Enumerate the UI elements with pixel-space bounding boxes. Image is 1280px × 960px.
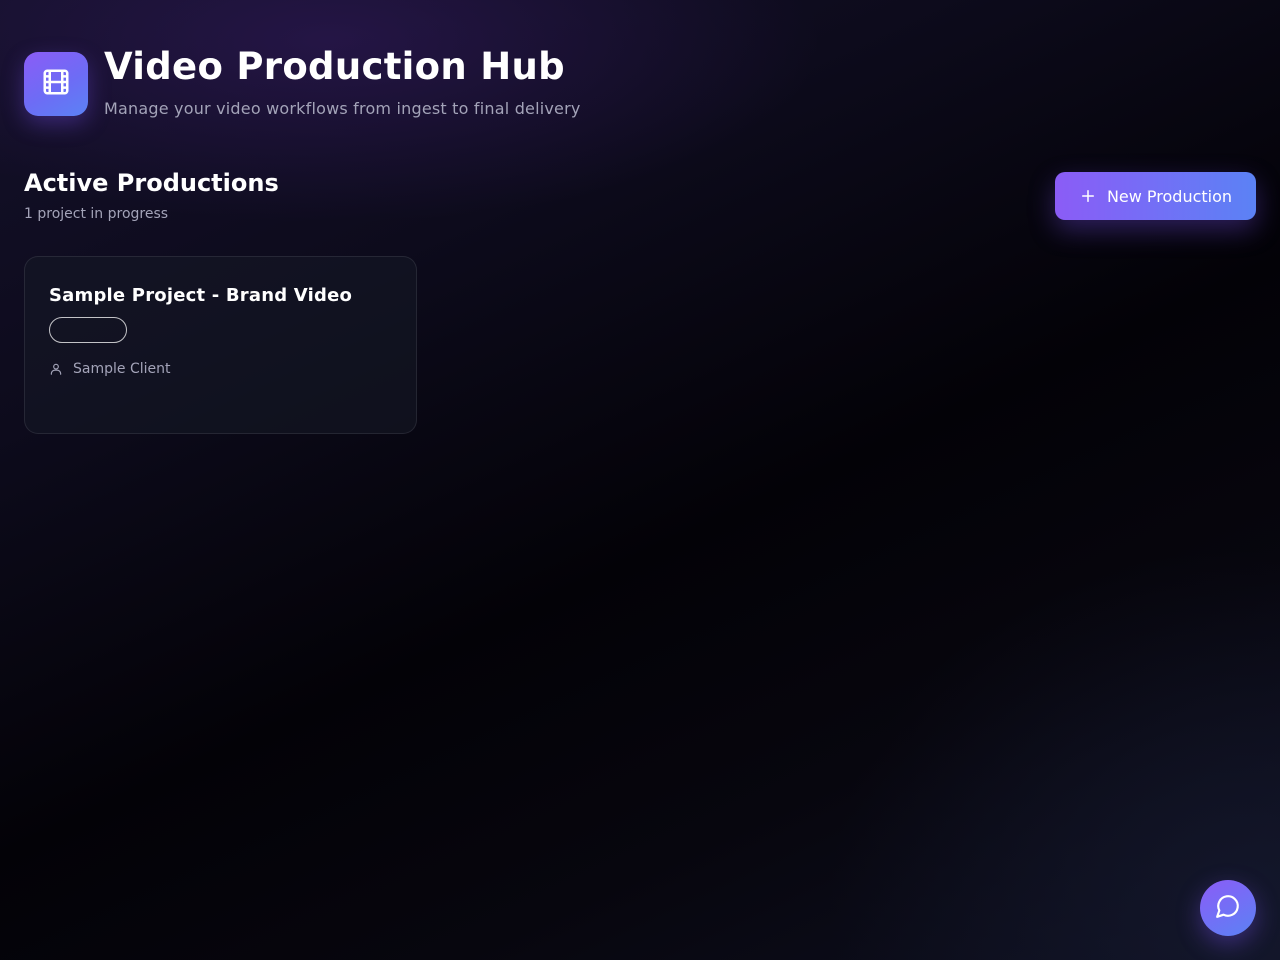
project-title: Sample Project - Brand Video	[49, 285, 353, 306]
film-icon	[41, 67, 71, 101]
project-card[interactable]: Sample Project - Brand Video Sample Clie…	[24, 256, 417, 434]
page-header: Video Production Hub Manage your video w…	[24, 48, 581, 118]
page-subtitle: Manage your video workflows from ingest …	[104, 99, 581, 118]
message-circle-icon	[1215, 893, 1241, 923]
status-badge	[49, 317, 127, 343]
client-name: Sample Client	[73, 361, 171, 377]
project-count: 1 project in progress	[24, 206, 169, 222]
new-production-button[interactable]: New Production	[1055, 172, 1256, 220]
project-client: Sample Client	[49, 361, 170, 377]
new-production-label: New Production	[1106, 186, 1233, 206]
chat-button[interactable]	[1200, 880, 1256, 936]
header-text: Video Production Hub Manage your video w…	[104, 48, 581, 118]
section-title: Active Productions	[24, 169, 279, 197]
plus-icon	[1079, 187, 1097, 205]
user-icon	[49, 362, 63, 376]
page-title: Video Production Hub	[104, 45, 565, 88]
app-logo	[24, 52, 88, 116]
